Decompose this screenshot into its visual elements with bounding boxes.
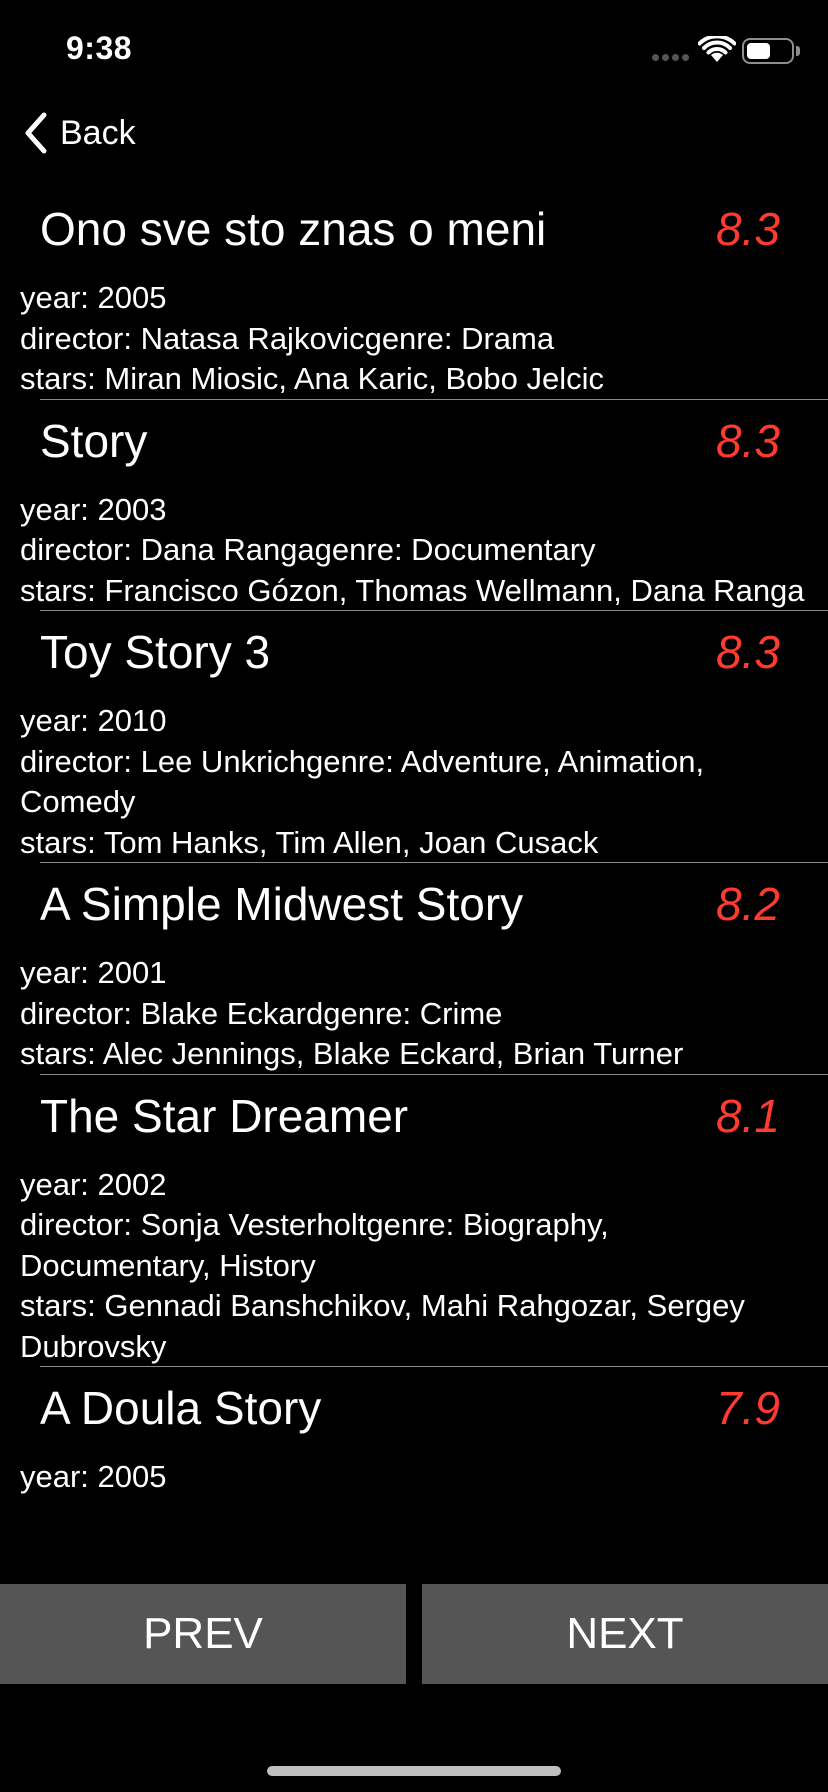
movie-year: year: 2001 [20,955,167,990]
battery-level [747,43,770,59]
movie-title: Toy Story 3 [40,626,271,678]
movie-title: A Simple Midwest Story [40,878,524,930]
battery-cap [796,46,800,56]
pager: PREV NEXT [0,1584,828,1684]
movie-details: year: 2002 director: Sonja Vesterholtgen… [0,1157,828,1368]
movie-title: Story [40,414,148,467]
home-indicator[interactable] [267,1766,561,1776]
title-row: Ono sve sto znas o meni 8.3 [0,188,828,270]
movie-stars: stars: Tom Hanks, Tim Allen, Joan Cusack [20,824,599,860]
movie-row[interactable]: Toy Story 3 8.3 year: 2010 director: Lee… [0,611,828,863]
movie-director-genre: director: Natasa Rajkovicgenre: Drama [20,320,555,356]
wifi-icon [698,36,736,62]
movie-director-genre: director: Dana Rangagenre: Documentary [20,532,596,567]
chevron-left-icon [25,112,47,154]
movie-details: year: 2003 director: Dana Rangagenre: Do… [0,482,828,612]
movie-row[interactable]: The Star Dreamer 8.1 year: 2002 director… [0,1075,828,1368]
next-button[interactable]: NEXT [422,1584,828,1684]
movie-director-genre: director: Blake Eckardgenre: Crime [20,995,503,1031]
title-row: Toy Story 3 8.3 [0,611,828,693]
movie-details: year: 2005 [0,1449,828,1498]
cellular-signal-icon [652,54,692,62]
movie-row[interactable]: A Simple Midwest Story 8.2 year: 2001 di… [0,863,828,1075]
movie-row[interactable]: A Doula Story 7.9 year: 2005 [0,1367,828,1498]
movie-rating: 8.3 [716,203,780,255]
movie-stars: stars: Francisco Gózon, Thomas Wellmann,… [20,572,805,608]
movie-details: year: 2005 director: Natasa Rajkovicgenr… [0,270,828,400]
movie-rating: 8.3 [716,414,780,467]
back-label: Back [60,114,136,152]
battery-icon [742,38,794,64]
movie-row[interactable]: Ono sve sto znas o meni 8.3 year: 2005 d… [0,188,828,400]
title-row: Story 8.3 [0,400,828,482]
movie-year: year: 2002 [20,1166,167,1202]
prev-button[interactable]: PREV [0,1584,406,1684]
movie-rating: 7.9 [716,1382,780,1434]
movie-row[interactable]: Story 8.3 year: 2003 director: Dana Rang… [0,400,828,612]
movie-stars: stars: Gennadi Banshchikov, Mahi Rahgoza… [20,1288,745,1364]
movie-title: The Star Dreamer [40,1089,409,1142]
movie-stars: stars: Alec Jennings, Blake Eckard, Bria… [20,1036,684,1071]
movie-list[interactable]: Ono sve sto znas o meni 8.3 year: 2005 d… [0,188,828,1584]
movie-director-genre: director: Sonja Vesterholtgenre: Biograp… [20,1207,609,1283]
movie-rating: 8.3 [716,626,780,678]
movie-title: A Doula Story [40,1382,322,1434]
movie-year: year: 2005 [20,280,167,315]
status-bar: 9:38 [0,0,828,100]
back-button[interactable]: Back [22,108,136,158]
movie-year: year: 2005 [20,1459,167,1494]
movie-stars: stars: Miran Miosic, Ana Karic, Bobo Jel… [20,361,605,396]
title-row: A Doula Story 7.9 [0,1367,828,1449]
title-row: A Simple Midwest Story 8.2 [0,863,828,945]
app-root: 9:38 Back Ono sve sto znas o meni 8.3 ye… [0,0,828,1792]
title-row: The Star Dreamer 8.1 [0,1075,828,1157]
movie-rating: 8.2 [716,878,780,930]
movie-title: Ono sve sto znas o meni [40,203,547,255]
movie-year: year: 2003 [20,491,167,527]
movie-director-genre: director: Lee Unkrichgenre: Adventure, A… [20,743,705,820]
movie-details: year: 2010 director: Lee Unkrichgenre: A… [0,693,828,863]
movie-year: year: 2010 [20,703,167,738]
movie-rating: 8.1 [716,1089,780,1142]
movie-details: year: 2001 director: Blake Eckardgenre: … [0,945,828,1075]
status-time: 9:38 [66,30,133,66]
